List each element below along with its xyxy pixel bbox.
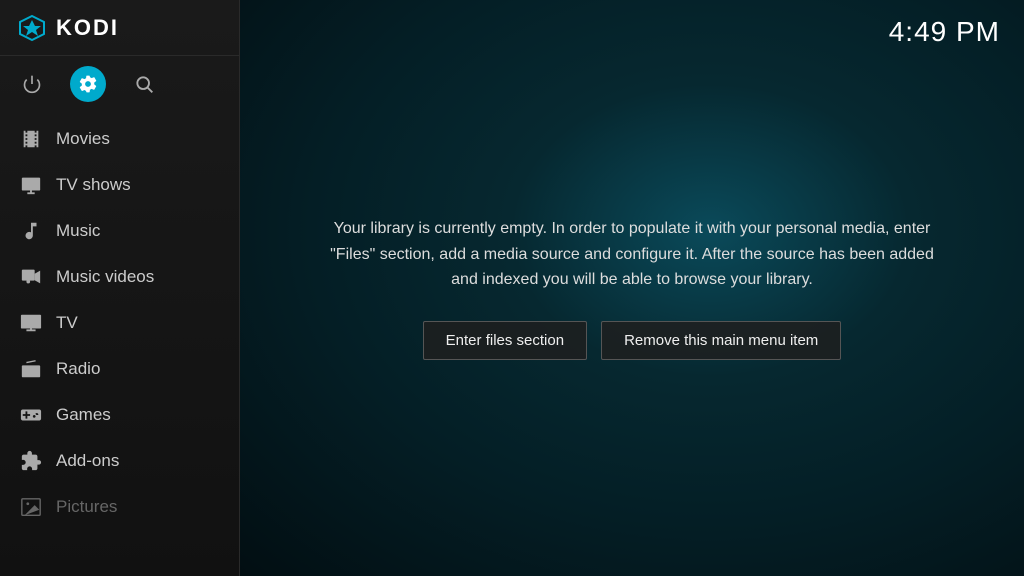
- sidebar-item-music-videos[interactable]: Music videos: [0, 254, 239, 300]
- power-button[interactable]: [16, 68, 48, 100]
- search-button[interactable]: [128, 68, 160, 100]
- kodi-logo-icon: [16, 12, 48, 44]
- settings-button[interactable]: [72, 68, 104, 100]
- sidebar-item-tv-label: TV: [56, 313, 78, 333]
- action-buttons: Enter files section Remove this main men…: [322, 321, 942, 360]
- enter-files-section-button[interactable]: Enter files section: [423, 321, 587, 360]
- sidebar-item-music-label: Music: [56, 221, 100, 241]
- add-ons-icon: [20, 450, 42, 472]
- tv-icon: [20, 312, 42, 334]
- sidebar-header: KODI: [0, 0, 239, 56]
- pictures-icon: [20, 496, 42, 518]
- sidebar-item-music-videos-label: Music videos: [56, 267, 154, 287]
- empty-library-message: Your library is currently empty. In orde…: [322, 216, 942, 293]
- remove-menu-item-button[interactable]: Remove this main menu item: [601, 321, 841, 360]
- sidebar-item-games-label: Games: [56, 405, 111, 425]
- sidebar-item-tv-shows-label: TV shows: [56, 175, 131, 195]
- tv-shows-icon: [20, 174, 42, 196]
- sidebar-item-add-ons-label: Add-ons: [56, 451, 119, 471]
- app-name: KODI: [56, 15, 119, 41]
- movies-icon: [20, 128, 42, 150]
- main-content: 4:49 PM Your library is currently empty.…: [240, 0, 1024, 576]
- sidebar-item-pictures[interactable]: Pictures: [0, 484, 239, 530]
- kodi-logo: KODI: [16, 12, 119, 44]
- games-icon: [20, 404, 42, 426]
- sidebar: KODI Movi: [0, 0, 240, 576]
- empty-library-box: Your library is currently empty. In orde…: [282, 186, 982, 390]
- sidebar-item-music[interactable]: Music: [0, 208, 239, 254]
- radio-icon: [20, 358, 42, 380]
- sidebar-item-movies[interactable]: Movies: [0, 116, 239, 162]
- sidebar-item-radio-label: Radio: [56, 359, 100, 379]
- sidebar-item-movies-label: Movies: [56, 129, 110, 149]
- time-display: 4:49 PM: [889, 16, 1000, 48]
- sidebar-item-games[interactable]: Games: [0, 392, 239, 438]
- music-videos-icon: [20, 266, 42, 288]
- sidebar-toolbar: [0, 56, 239, 112]
- sidebar-item-pictures-label: Pictures: [56, 497, 117, 517]
- sidebar-nav: Movies TV shows Music: [0, 112, 239, 576]
- sidebar-item-tv[interactable]: TV: [0, 300, 239, 346]
- sidebar-item-add-ons[interactable]: Add-ons: [0, 438, 239, 484]
- music-icon: [20, 220, 42, 242]
- sidebar-item-tv-shows[interactable]: TV shows: [0, 162, 239, 208]
- sidebar-item-radio[interactable]: Radio: [0, 346, 239, 392]
